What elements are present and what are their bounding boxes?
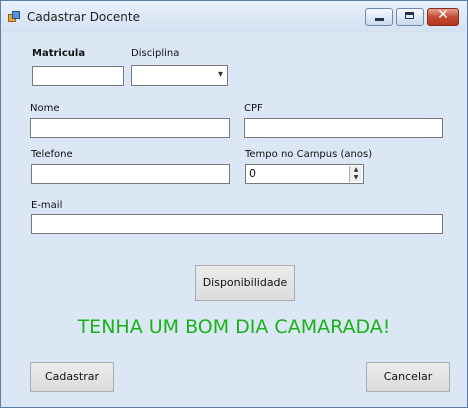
spinner-buttons: ▲ ▼ (349, 166, 362, 182)
disciplina-select[interactable]: ▾ (131, 65, 228, 86)
nome-input[interactable] (30, 118, 230, 138)
tempo-campus-value[interactable]: 0 (249, 167, 256, 180)
main-window: Cadastrar Docente ✕ Matricula Disciplina… (0, 0, 468, 408)
window-title: Cadastrar Docente (27, 10, 140, 24)
close-button[interactable]: ✕ (427, 7, 459, 26)
telefone-input[interactable] (31, 164, 230, 184)
form-area: Matricula Disciplina ▾ Nome CPF Telefone… (9, 32, 459, 400)
telefone-label: Telefone (31, 149, 73, 160)
maximize-icon (405, 12, 414, 19)
cancelar-button[interactable]: Cancelar (366, 362, 450, 392)
spin-down-icon[interactable]: ▼ (350, 174, 362, 182)
matricula-label: Matricula (32, 48, 86, 59)
tempo-campus-label: Tempo no Campus (anos) (245, 149, 373, 160)
maximize-button[interactable] (396, 8, 424, 26)
cpf-label: CPF (244, 103, 263, 114)
title-bar[interactable]: Cadastrar Docente ✕ (1, 1, 467, 32)
cpf-input[interactable] (244, 118, 443, 138)
chevron-down-icon[interactable]: ▾ (218, 69, 223, 80)
close-icon: ✕ (437, 7, 449, 23)
disciplina-label: Disciplina (131, 48, 180, 59)
app-icon (8, 11, 20, 22)
matricula-input[interactable] (32, 66, 124, 86)
cadastrar-button[interactable]: Cadastrar (30, 362, 114, 392)
greeting-message: TENHA UM BOM DIA CAMARADA! (77, 316, 391, 338)
email-input[interactable] (31, 214, 443, 234)
minimize-icon (375, 18, 384, 21)
disponibilidade-button[interactable]: Disponibilidade (195, 265, 295, 301)
tempo-campus-spinner[interactable]: 0 ▲ ▼ (245, 164, 364, 184)
minimize-button[interactable] (365, 8, 393, 26)
nome-label: Nome (30, 103, 60, 114)
email-label: E-mail (31, 200, 63, 211)
